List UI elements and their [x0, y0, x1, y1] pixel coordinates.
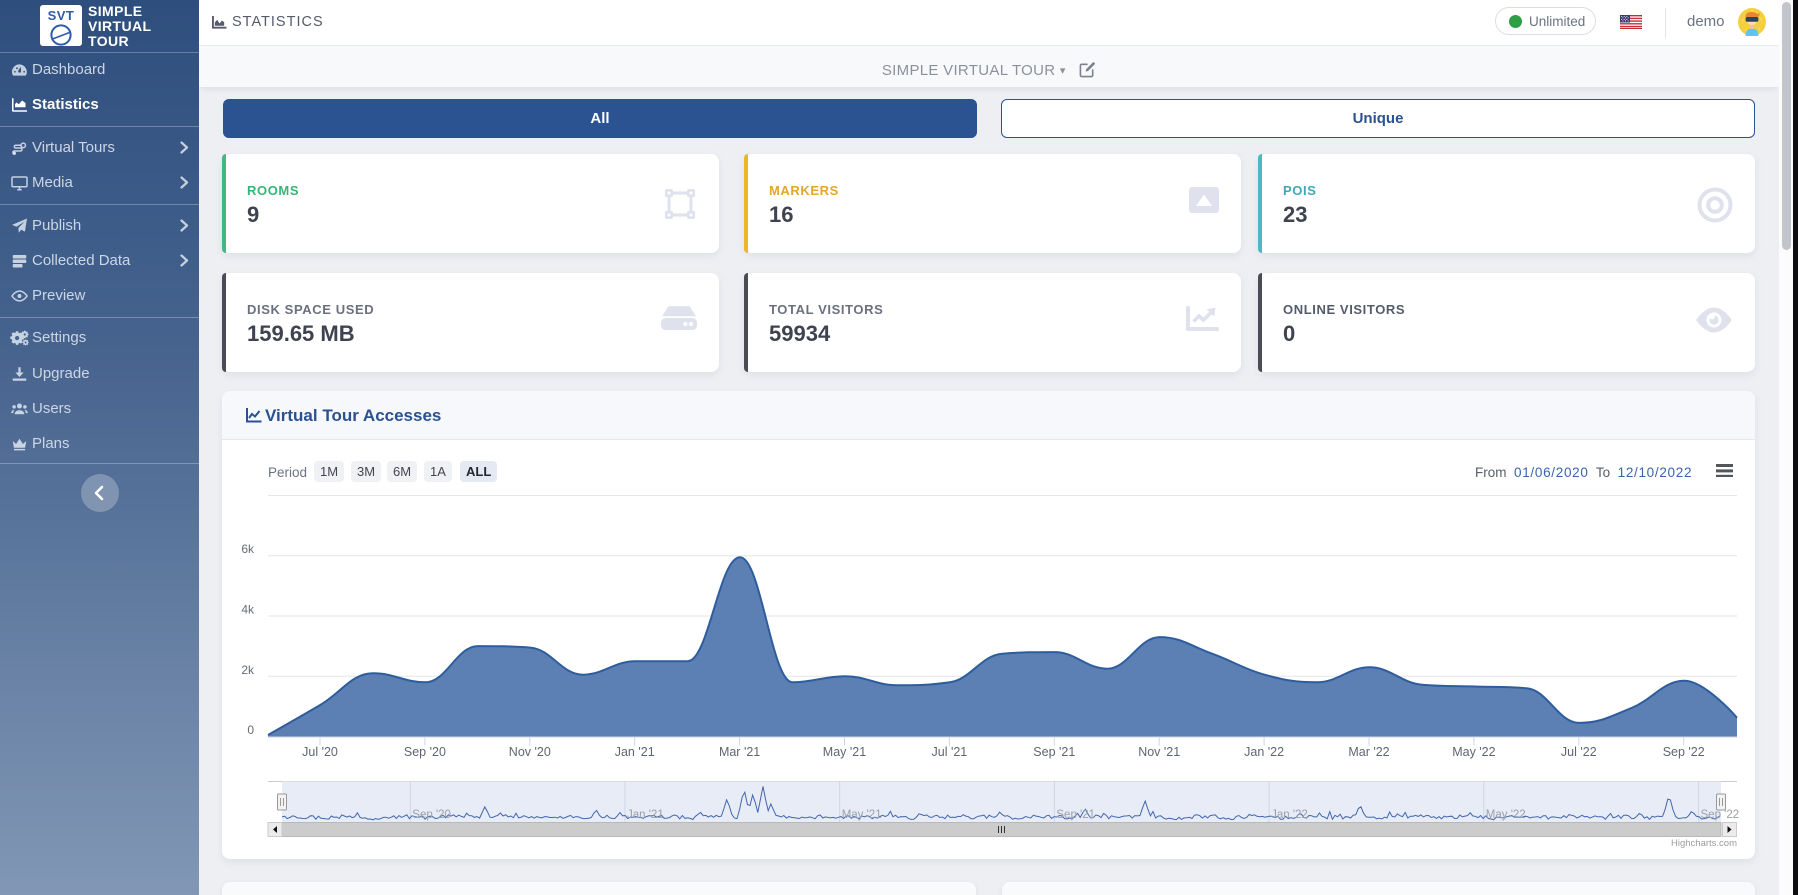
svg-text:Jan '21: Jan '21: [615, 745, 655, 759]
svg-text:Mar '22: Mar '22: [1348, 745, 1389, 759]
svg-text:May '21: May '21: [842, 809, 882, 821]
svg-text:Sep '21: Sep '21: [1056, 809, 1095, 821]
svg-text:Jul '21: Jul '21: [932, 745, 968, 759]
svg-text:May '22: May '22: [1486, 809, 1526, 821]
svg-text:Sep '22: Sep '22: [1701, 809, 1740, 821]
svg-text:Jul '22: Jul '22: [1561, 745, 1597, 759]
svg-text:0: 0: [247, 723, 254, 737]
svg-text:4k: 4k: [241, 603, 255, 617]
svg-text:Mar '21: Mar '21: [719, 745, 760, 759]
svg-text:Highcharts.com: Highcharts.com: [1671, 838, 1737, 849]
svg-text:May '21: May '21: [823, 745, 866, 759]
svg-text:2k: 2k: [241, 663, 255, 677]
svg-text:Jan '21: Jan '21: [627, 809, 664, 821]
svg-text:Jan '22: Jan '22: [1244, 745, 1284, 759]
svg-text:Sep '20: Sep '20: [404, 745, 446, 759]
svg-text:Sep '20: Sep '20: [412, 809, 451, 821]
svg-text:Jul '20: Jul '20: [302, 745, 338, 759]
svg-text:Nov '20: Nov '20: [509, 745, 551, 759]
svg-text:Nov '21: Nov '21: [1138, 745, 1180, 759]
svg-text:Sep '21: Sep '21: [1033, 745, 1075, 759]
svg-text:May '22: May '22: [1452, 745, 1495, 759]
svg-text:Jan '22: Jan '22: [1271, 809, 1308, 821]
svg-text:6k: 6k: [241, 542, 255, 556]
svg-text:Sep '22: Sep '22: [1663, 745, 1705, 759]
